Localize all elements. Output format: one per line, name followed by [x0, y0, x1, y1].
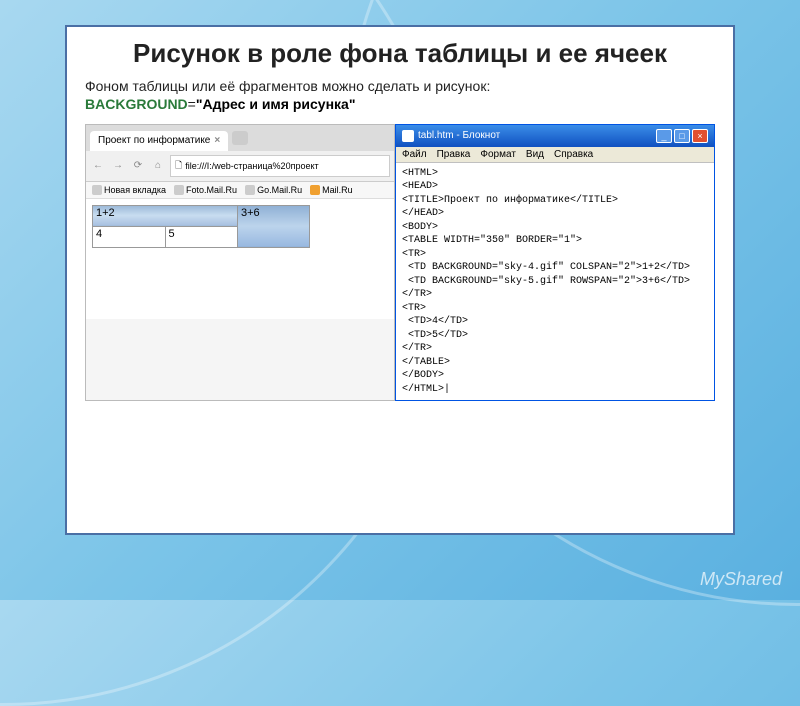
menu-file[interactable]: Файл	[402, 149, 427, 160]
bookmarks-bar: Новая вкладка Foto.Mail.Ru Go.Mail.Ru Ma…	[86, 182, 394, 199]
menu-view[interactable]: Вид	[526, 149, 544, 160]
notepad-title: tabl.htm - Блокнот	[418, 130, 500, 141]
notepad-titlebar[interactable]: tabl.htm - Блокнот _ □ ×	[396, 125, 714, 147]
menu-help[interactable]: Справка	[554, 149, 593, 160]
slide-code-sample: BACKGROUND="Адрес и имя рисунка"	[85, 96, 715, 112]
maximize-button[interactable]: □	[674, 129, 690, 143]
notepad-menu: Файл Правка Формат Вид Справка	[396, 147, 714, 163]
menu-format[interactable]: Формат	[480, 149, 516, 160]
browser-content: 1+2 3+6 4 5	[86, 199, 394, 319]
watermark: MyShared	[700, 569, 782, 590]
bookmark-foto[interactable]: Foto.Mail.Ru	[174, 185, 237, 195]
cell-4: 4	[93, 226, 166, 247]
bookmark-go[interactable]: Go.Mail.Ru	[245, 185, 302, 195]
file-icon: 🗋	[175, 158, 182, 174]
cell-5: 5	[165, 226, 238, 247]
bookmark-mail[interactable]: Mail.Ru	[310, 185, 353, 195]
bookmark-icon	[92, 185, 102, 195]
browser-tabbar: Проект по информатике ×	[86, 125, 394, 151]
slide-title: Рисунок в роле фона таблицы и ее ячеек	[85, 39, 715, 68]
new-tab-button[interactable]	[232, 131, 248, 145]
tab-title: Проект по информатике	[98, 135, 210, 146]
browser-window: Проект по информатике × ← → ⟳ ⌂ 🗋 file:/…	[85, 124, 395, 402]
bookmark-icon	[310, 185, 320, 195]
attr-value: "Адрес и имя рисунка"	[196, 96, 356, 112]
home-button[interactable]: ⌂	[150, 158, 166, 174]
notepad-window: tabl.htm - Блокнот _ □ × Файл Правка Фор…	[395, 124, 715, 402]
browser-tab[interactable]: Проект по информатике ×	[90, 131, 228, 151]
slide-description: Фоном таблицы или её фрагментов можно сд…	[85, 78, 715, 94]
forward-button[interactable]: →	[110, 158, 126, 174]
close-button[interactable]: ×	[692, 129, 708, 143]
reload-button[interactable]: ⟳	[130, 158, 146, 174]
bookmark-icon	[174, 185, 184, 195]
cell-3-6: 3+6	[238, 205, 310, 247]
menu-edit[interactable]: Правка	[437, 149, 471, 160]
notepad-body[interactable]: <HTML> <HEAD> <TITLE>Проект по информати…	[396, 163, 714, 401]
screenshots-row: Проект по информатике × ← → ⟳ ⌂ 🗋 file:/…	[85, 124, 715, 402]
slide-panel: Рисунок в роле фона таблицы и ее ячеек Ф…	[65, 25, 735, 535]
bookmark-new-tab[interactable]: Новая вкладка	[92, 185, 166, 195]
attr-name: BACKGROUND	[85, 96, 188, 112]
attr-eq: =	[188, 96, 196, 112]
notepad-icon	[402, 130, 414, 142]
close-icon[interactable]: ×	[214, 135, 220, 146]
minimize-button[interactable]: _	[656, 129, 672, 143]
browser-toolbar: ← → ⟳ ⌂ 🗋 file:///I:/web-страница%20прое…	[86, 151, 394, 182]
cell-1-2: 1+2	[93, 205, 238, 226]
url-text: file:///I:/web-страница%20проект	[185, 161, 318, 171]
url-bar[interactable]: 🗋 file:///I:/web-страница%20проект	[170, 155, 390, 177]
demo-table: 1+2 3+6 4 5	[92, 205, 310, 248]
bookmark-icon	[245, 185, 255, 195]
back-button[interactable]: ←	[90, 158, 106, 174]
